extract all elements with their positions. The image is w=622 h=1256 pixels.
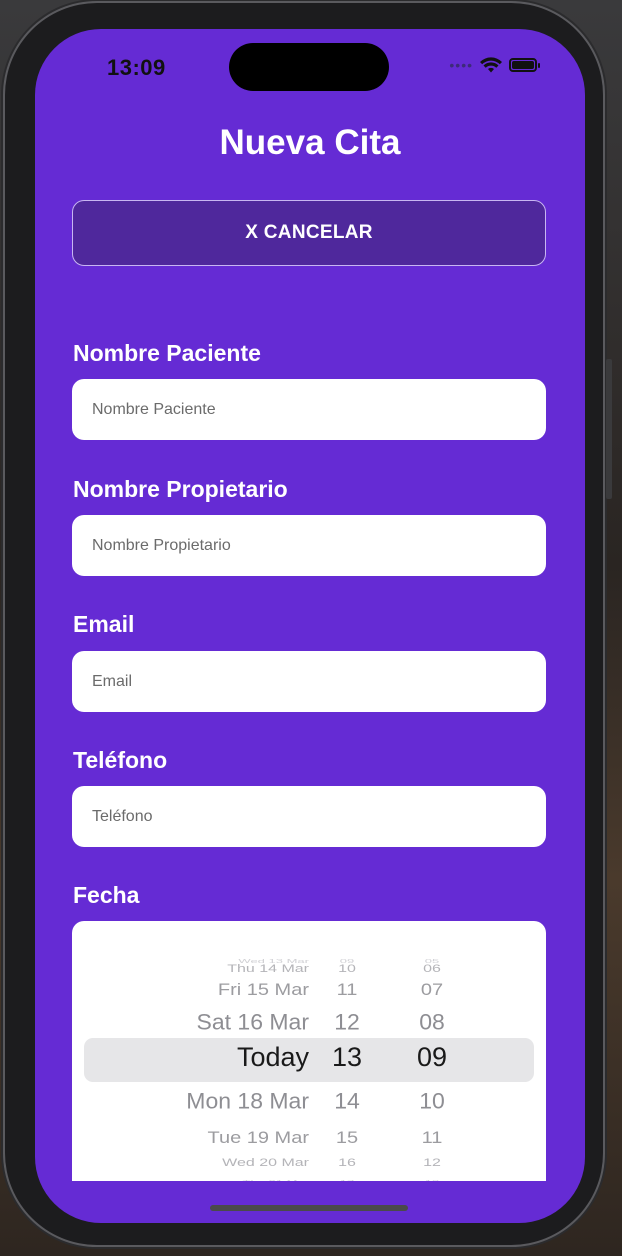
picker-hour-value: 17 <box>330 1175 364 1181</box>
title-regular: Nueva <box>219 123 325 162</box>
picker-date-value: Sat 16 Mar <box>196 1009 310 1035</box>
picker-hour-value: 13 <box>331 1042 363 1072</box>
phone-frame: 13:09 •••• Nueva Cita X CANCELAR Nombre … <box>5 3 612 1245</box>
picker-date-value: Mon 18 Mar <box>186 1088 309 1114</box>
side-button <box>606 359 612 499</box>
phone-input[interactable] <box>72 786 546 847</box>
picker-row[interactable]: Fri 15 Mar 11 07 <box>72 977 546 1003</box>
picker-hour-value: 16 <box>338 1156 356 1169</box>
picker-date-value: Fri 15 Mar <box>217 980 309 1000</box>
picker-row-selected[interactable]: Today 13 09 <box>72 1042 546 1072</box>
picker-date-value: Tue 19 Mar <box>207 1128 309 1148</box>
date-label: Fecha <box>73 882 140 908</box>
cellular-dots-icon: •••• <box>449 57 473 73</box>
picker-hour-value: 14 <box>334 1088 360 1114</box>
picker-row[interactable]: Wed 20 Mar 16 12 <box>72 1153 546 1174</box>
battery-icon <box>509 58 540 72</box>
email-input[interactable] <box>72 651 546 712</box>
status-time: 13:09 <box>107 55 166 80</box>
patient-name-label: Nombre Paciente <box>73 340 261 366</box>
picker-date-value: Thu 21 Mar <box>243 1175 309 1181</box>
picker-row[interactable]: Mon 18 Mar 14 10 <box>72 1087 546 1116</box>
page-title: Nueva Cita <box>35 121 585 165</box>
picker-minute-value: 07 <box>420 980 444 1000</box>
email-label: Email <box>73 611 135 637</box>
picker-minute-value: 13 <box>410 1175 454 1181</box>
battery-level-fill <box>512 61 534 69</box>
date-time-picker[interactable]: Wed 13 Mar 09 05 Thu 14 Mar 10 06 Fri 15 Mar 11… <box>72 921 546 1181</box>
picker-row[interactable]: Thu 21 Mar 17 13 <box>72 1175 546 1181</box>
picker-minute-value: 12 <box>423 1156 441 1169</box>
picker-hour-value: 15 <box>335 1128 359 1148</box>
picker-minute-value: 08 <box>419 1009 445 1035</box>
owner-name-label: Nombre Propietario <box>73 476 288 502</box>
status-bar: 13:09 •••• <box>35 29 585 99</box>
picker-date-value: Wed 20 Mar <box>222 1156 309 1169</box>
picker-hour-value: 12 <box>334 1009 360 1035</box>
owner-name-input[interactable] <box>72 515 546 576</box>
dynamic-island <box>229 43 389 91</box>
picker-row[interactable]: Tue 19 Mar 15 11 <box>72 1125 546 1151</box>
picker-minute-value: 10 <box>419 1088 445 1114</box>
picker-minute-value: 11 <box>421 1128 443 1148</box>
picker-row[interactable]: Sat 16 Mar 12 08 <box>72 1008 546 1037</box>
home-indicator[interactable] <box>210 1205 408 1211</box>
status-icons: •••• <box>449 55 540 75</box>
app-screen: 13:09 •••• Nueva Cita X CANCELAR Nombre … <box>35 29 585 1223</box>
cancel-button[interactable]: X CANCELAR <box>72 200 546 266</box>
picker-minute-value: 09 <box>416 1042 448 1072</box>
patient-name-input[interactable] <box>72 379 546 440</box>
picker-date-value: Today <box>236 1042 309 1072</box>
picker-hour-value: 11 <box>336 980 358 1000</box>
phone-label: Teléfono <box>73 747 168 773</box>
wifi-icon <box>480 57 502 73</box>
title-bold: Cita <box>334 123 401 162</box>
